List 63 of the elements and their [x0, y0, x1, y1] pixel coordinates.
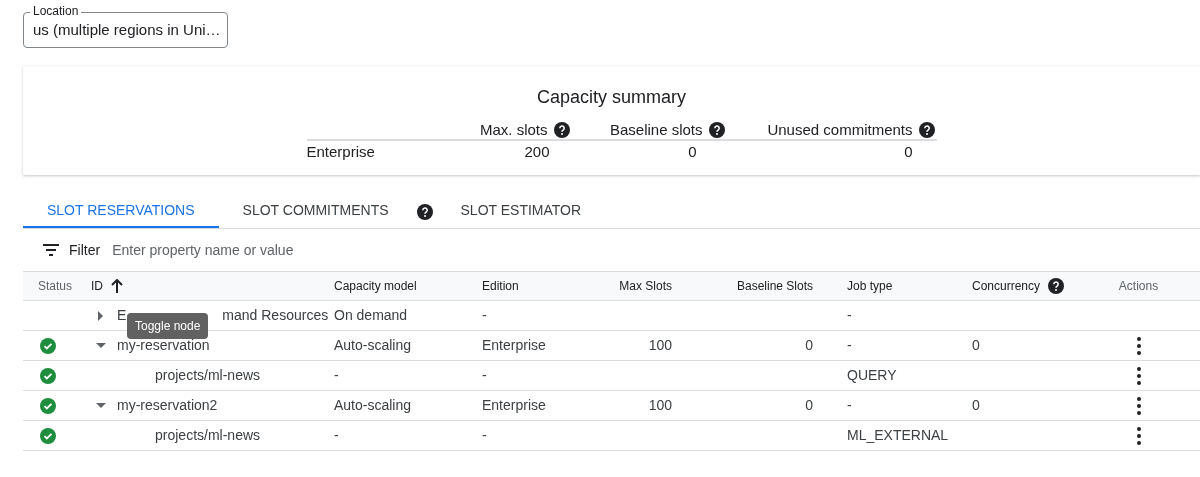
help-icon[interactable]: [918, 122, 935, 139]
row-id: my-reservation2: [117, 396, 218, 415]
table-cell-text: On demand: [334, 306, 408, 325]
column-header: Max Slots: [619, 278, 672, 295]
table-cell-text: Enterprise: [306, 142, 376, 162]
table-cell-text: ML_EXTERNAL: [847, 426, 949, 445]
tooltip: Toggle node: [127, 313, 209, 339]
row-id: E: [117, 306, 127, 325]
table-cell-text: 200: [524, 142, 550, 162]
tab[interactable]: SLOT ESTIMATOR: [436, 195, 606, 228]
table-cell-text: -: [334, 366, 339, 385]
table-cell-text: -: [482, 306, 487, 325]
location-label: Location: [30, 4, 82, 18]
table-cell-text: 0: [972, 396, 980, 415]
column-header: Job type: [847, 278, 893, 295]
row-id: projects/ml-news: [155, 366, 261, 385]
table-cell-text: -: [847, 306, 852, 325]
row-id: projects/ml-news: [155, 426, 261, 445]
table-cell-text: 0: [688, 142, 697, 162]
filter-label: Filter: [69, 240, 101, 260]
sort-arrow-icon[interactable]: [111, 279, 123, 293]
column-header: Actions: [1118, 278, 1159, 295]
table-cell-text: -: [482, 426, 487, 445]
help-icon[interactable]: [708, 122, 725, 139]
table-cell-text: -: [847, 396, 852, 415]
help-icon[interactable]: [1048, 278, 1065, 294]
column-header: Unused commitments: [767, 120, 913, 140]
column-header: Baseline Slots: [736, 278, 813, 295]
location-value: us (multiple regions in Uni…: [33, 19, 221, 40]
table-cell-text: Enterprise: [482, 396, 546, 415]
column-header: Edition: [482, 278, 519, 295]
filter-icon: [43, 244, 59, 256]
table-cell-text: QUERY: [847, 366, 897, 385]
filter-input[interactable]: Enter property name or value: [112, 239, 413, 261]
table-cell-text: -: [334, 426, 339, 445]
row-id: mand Resources: [222, 306, 329, 325]
column-header: Concurrency: [972, 278, 1041, 295]
row-id: my-reservation: [117, 336, 210, 355]
column-header: Capacity model: [334, 278, 417, 295]
column-header: Max. slots: [480, 120, 548, 140]
more-actions-icon[interactable]: [1135, 396, 1142, 415]
help-icon[interactable]: [416, 203, 433, 220]
tab[interactable]: SLOT RESERVATIONS: [23, 195, 219, 228]
help-icon[interactable]: [553, 122, 570, 139]
table-cell-text: 0: [805, 336, 813, 355]
table-cell-text: -: [847, 336, 852, 355]
table-cell-text: Enterprise: [482, 336, 546, 355]
table-cell-text: Auto-scaling: [334, 336, 412, 355]
table-cell-text: 0: [805, 396, 813, 415]
table-cell-text: 100: [648, 396, 672, 415]
more-actions-icon[interactable]: [1135, 426, 1142, 445]
table-cell-text: -: [482, 366, 487, 385]
summary-title: Capacity summary: [536, 86, 686, 109]
table-cell-text: 100: [648, 336, 672, 355]
column-header: ID: [91, 278, 103, 295]
table-cell-text: 0: [904, 142, 913, 162]
column-header: Status: [38, 278, 73, 295]
table-cell-text: Auto-scaling: [334, 396, 412, 415]
table-cell-text: 0: [972, 336, 980, 355]
column-header: Baseline slots: [609, 120, 703, 140]
more-actions-icon[interactable]: [1135, 366, 1142, 385]
more-actions-icon[interactable]: [1135, 336, 1142, 355]
tab[interactable]: SLOT COMMITMENTS: [218, 195, 413, 228]
